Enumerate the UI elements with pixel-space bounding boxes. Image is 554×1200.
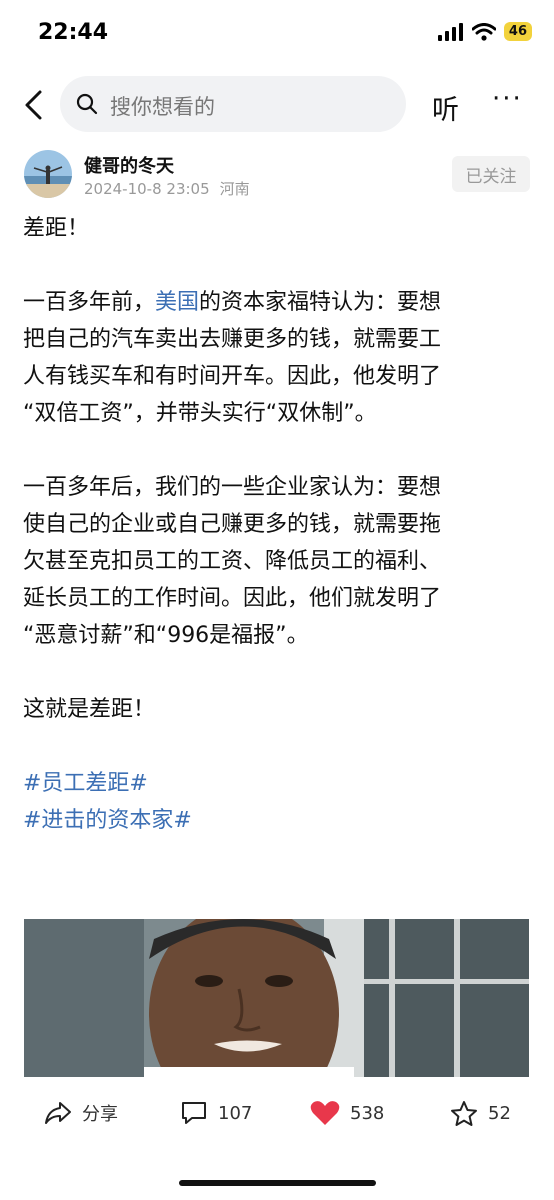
text-line: 一百多年后，我们的一些企业家认为：要想 — [23, 475, 442, 500]
back-icon[interactable] — [18, 88, 52, 122]
text-line: 使自己的企业或自己赚更多的钱，就需要拖 — [23, 512, 442, 537]
text-line: 人有钱买车和有时间开车。因此，他发明了 — [23, 364, 442, 389]
action-bar: 分享 107 538 52 — [0, 1090, 554, 1140]
share-label: 分享 — [82, 1104, 118, 1125]
comment-button[interactable]: 107 — [180, 1100, 252, 1126]
post-date: 2024-10-8 23:05 — [84, 180, 210, 198]
avatar[interactable] — [24, 150, 72, 198]
search-icon — [76, 93, 98, 115]
text-line: 延长员工的工作时间。因此，他们就发明了 — [23, 586, 442, 611]
text-line: “恶意讨薪”和“996是福报”。 — [23, 623, 309, 648]
more-button[interactable]: ··· — [492, 84, 523, 114]
hashtag-link[interactable]: #进击的资本家# — [23, 802, 533, 839]
signal-icon — [437, 22, 463, 41]
author-header: 健哥的冬天 2024-10-8 23:05 河南 已关注 — [0, 150, 554, 205]
share-button[interactable]: 分享 — [44, 1100, 118, 1126]
star-icon — [451, 1101, 477, 1126]
home-indicator[interactable] — [179, 1180, 376, 1186]
battery-icon: 46 — [503, 22, 532, 41]
text-segment: 的资本家福特认为：要想 — [199, 290, 442, 315]
post-location: 河南 — [219, 180, 250, 198]
author-name[interactable]: 健哥的冬天 — [84, 152, 174, 178]
top-bar: 搜你想看的 听 ··· — [0, 70, 554, 140]
text-line: 把自己的汽车卖出去赚更多的钱，就需要工 — [23, 327, 442, 352]
status-bar: 22:44 46 — [0, 0, 554, 68]
search-placeholder: 搜你想看的 — [110, 95, 215, 119]
text-line: 欠甚至克扣员工的工资、降低员工的福利、 — [23, 549, 442, 574]
favorite-button[interactable]: 52 — [450, 1100, 511, 1127]
text-line: 一百多年前，美国的资本家福特认为：要想 — [23, 284, 533, 321]
post-meta: 2024-10-8 23:05 河南 — [84, 178, 250, 199]
favorite-count: 52 — [488, 1103, 511, 1124]
wifi-icon — [471, 22, 496, 41]
comment-icon — [182, 1102, 206, 1124]
share-icon — [45, 1102, 71, 1124]
heart-icon — [310, 1101, 340, 1125]
search-input[interactable]: 搜你想看的 — [60, 76, 406, 132]
like-button[interactable]: 538 — [310, 1100, 384, 1126]
text-segment: 一百多年前， — [23, 290, 156, 315]
text-line: 这就是差距！ — [23, 697, 156, 722]
status-icons: 46 — [437, 22, 532, 41]
post-image[interactable] — [24, 919, 529, 1077]
status-time: 22:44 — [38, 20, 109, 45]
follow-button[interactable]: 已关注 — [452, 156, 530, 192]
hashtag-link[interactable]: #员工差距# — [23, 765, 533, 802]
listen-button[interactable]: 听 — [432, 88, 459, 127]
post-body: 差距！ 一百多年前，美国的资本家福特认为：要想 把自己的汽车卖出去赚更多的钱，就… — [23, 210, 533, 839]
comment-count: 107 — [218, 1102, 253, 1124]
us-link[interactable]: 美国 — [155, 290, 199, 315]
like-count: 538 — [350, 1102, 385, 1124]
text-line: “双倍工资”，并带头实行“双休制”。 — [23, 401, 377, 426]
text-line: 差距！ — [23, 216, 90, 241]
